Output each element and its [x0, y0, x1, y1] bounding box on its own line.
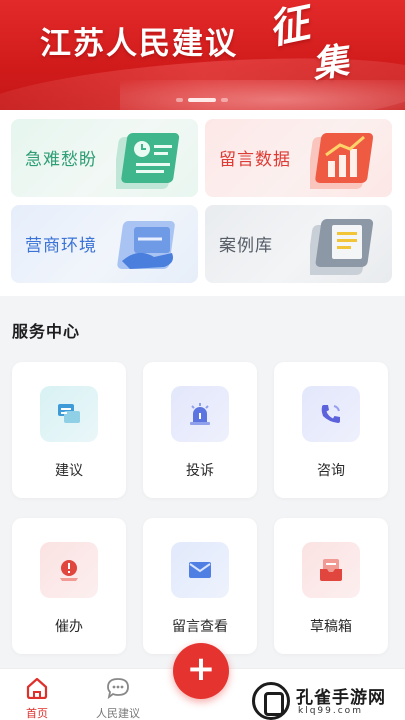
tab-suggestion-label: 人民建议: [96, 707, 140, 720]
service-urge-button[interactable]: 催办: [12, 518, 126, 654]
hero-banner[interactable]: 江苏人民建议 征 集: [0, 0, 405, 110]
tab-people-suggestion[interactable]: 人民建议: [83, 677, 153, 720]
quick-card-case-library[interactable]: 案例库: [205, 205, 392, 283]
service-drafts-button[interactable]: 草稿箱: [274, 518, 388, 654]
tab-home-label: 首页: [26, 707, 48, 720]
quick-card-label: 营商环境: [25, 236, 97, 256]
case-file-icon: [310, 219, 374, 275]
quick-entry-panel: 急难愁盼 留言数据 营商环境 案例库: [0, 110, 405, 296]
quick-card-label: 留言数据: [219, 150, 291, 170]
quick-card-message-data[interactable]: 留言数据: [205, 119, 392, 197]
service-label: 草稿箱: [310, 619, 352, 635]
phone-icon: [302, 386, 360, 442]
tab-home[interactable]: 首页: [2, 677, 72, 720]
banner-stamp-char-2: 集: [309, 39, 352, 87]
banner-title: 江苏人民建议: [40, 26, 238, 62]
watermark-url: klq99.com: [298, 706, 363, 716]
urge-icon: [40, 542, 98, 598]
service-suggestion-button[interactable]: 建议: [12, 362, 126, 498]
banner-stamp-char-1: 征: [264, 0, 314, 54]
chat-bubbles-icon: [40, 386, 98, 442]
home-icon: [26, 677, 48, 700]
chat-dots-icon: [107, 678, 129, 700]
carousel-dot[interactable]: [176, 98, 183, 102]
quick-card-label: 案例库: [219, 236, 273, 256]
alarm-light-icon: [171, 386, 229, 442]
quick-card-business-environment[interactable]: 营商环境: [11, 205, 198, 283]
service-complaint-button[interactable]: 投诉: [143, 362, 257, 498]
carousel-dot-active[interactable]: [188, 98, 216, 102]
add-suggestion-button[interactable]: +: [173, 643, 229, 699]
carousel-dot[interactable]: [221, 98, 228, 102]
bar-chart-icon: [310, 133, 374, 189]
service-label: 留言查看: [172, 619, 228, 635]
plus-icon: +: [186, 649, 216, 689]
carousel-indicator: [176, 98, 228, 102]
handshake-document-icon: [117, 221, 175, 269]
watermark: 孔雀手游网 klq99.com: [252, 682, 402, 720]
watermark-brand: 孔雀手游网: [296, 688, 386, 708]
service-consult-button[interactable]: 咨询: [274, 362, 388, 498]
service-view-messages-button[interactable]: 留言查看: [143, 518, 257, 654]
service-label: 咨询: [317, 463, 345, 479]
service-center: 服务中心 建议 投诉 咨询 催办 留言查看 草稿箱: [0, 296, 405, 668]
quick-card-urgent-issues[interactable]: 急难愁盼: [11, 119, 198, 197]
watermark-logo-icon: [252, 682, 290, 720]
service-label: 催办: [55, 619, 83, 635]
document-clock-icon: [116, 133, 180, 189]
draft-box-icon: [302, 542, 360, 598]
service-label: 投诉: [186, 463, 214, 479]
section-title: 服务中心: [12, 322, 81, 341]
envelope-icon: [171, 542, 229, 598]
quick-card-label: 急难愁盼: [25, 150, 97, 170]
service-label: 建议: [55, 463, 83, 479]
app-screen: 江苏人民建议 征 集 急难愁盼 留言数据 营商环境 案例库 服务中心 建议 投诉…: [0, 0, 405, 720]
